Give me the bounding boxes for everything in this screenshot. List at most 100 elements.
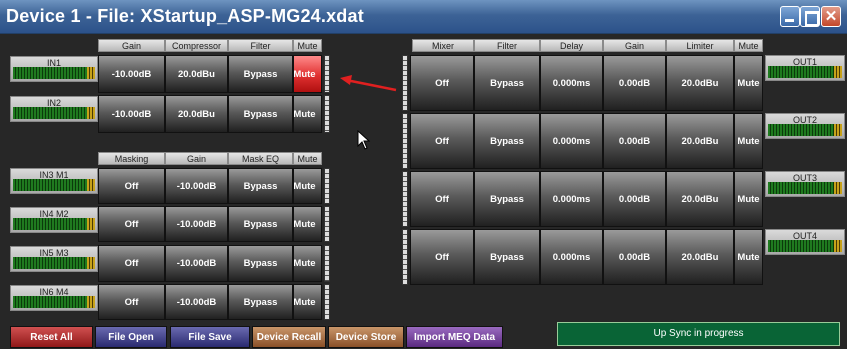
in1-compressor-button[interactable]: 20.0dBu	[165, 55, 228, 93]
out3-mixer-button[interactable]: Off	[410, 171, 474, 227]
channel-label-in5-m3[interactable]: IN5 M3	[10, 246, 98, 272]
import-meq-data-button[interactable]: Import MEQ Data	[406, 326, 503, 348]
channel-label-in3-m1[interactable]: IN3 M1	[10, 168, 98, 194]
out3-filter-button[interactable]: Bypass	[474, 171, 540, 227]
in5-masking-button[interactable]: Off	[98, 245, 165, 282]
reset-all-button[interactable]: Reset All	[10, 326, 93, 348]
out1-mute-button[interactable]: Mute	[734, 55, 763, 111]
in1-filter-button[interactable]: Bypass	[228, 55, 293, 93]
in5-mask-eq-button[interactable]: Bypass	[228, 245, 293, 282]
in2-level-ladder	[324, 95, 330, 133]
in2-compressor-button[interactable]: 20.0dBu	[165, 95, 228, 133]
out1-delay-button[interactable]: 0.000ms	[540, 55, 603, 111]
channel-label-in2[interactable]: IN2	[10, 96, 98, 122]
device-store-button[interactable]: Device Store	[328, 326, 404, 348]
in4-masking-button[interactable]: Off	[98, 206, 165, 242]
level-meter	[768, 240, 842, 252]
out1-mixer-button[interactable]: Off	[410, 55, 474, 111]
out4-delay-button[interactable]: 0.000ms	[540, 229, 603, 285]
out2-mixer-button[interactable]: Off	[410, 113, 474, 169]
header-mute: Mute	[293, 39, 322, 52]
sync-status-bar: Up Sync in progress	[557, 322, 840, 346]
in2-gain-button[interactable]: -10.00dB	[98, 95, 165, 133]
out2-delay-button[interactable]: 0.000ms	[540, 113, 603, 169]
out4-mute-button[interactable]: Mute	[734, 229, 763, 285]
out1-filter-button[interactable]: Bypass	[474, 55, 540, 111]
out3-delay-button[interactable]: 0.000ms	[540, 171, 603, 227]
out3-mute-button[interactable]: Mute	[734, 171, 763, 227]
device-recall-button[interactable]: Device Recall	[252, 326, 326, 348]
header-limiter: Limiter	[666, 39, 734, 52]
level-meter	[768, 124, 842, 136]
annotation-arrow-icon	[340, 75, 397, 92]
app-window: Device 1 - File: XStartup_ASP-MG24.xdat …	[0, 0, 847, 349]
in5-level-ladder	[324, 245, 330, 282]
header-compressor: Compressor	[165, 39, 228, 52]
in1-gain-button[interactable]: -10.00dB	[98, 55, 165, 93]
out2-filter-button[interactable]: Bypass	[474, 113, 540, 169]
channel-label-in6-m4[interactable]: IN6 M4	[10, 285, 98, 311]
out2-limiter-button[interactable]: 20.0dBu	[666, 113, 734, 169]
in3-mask-eq-button[interactable]: Bypass	[228, 168, 293, 204]
in6-gain-button[interactable]: -10.00dB	[165, 284, 228, 320]
out4-level-ladder	[402, 229, 408, 285]
channel-label-out2[interactable]: OUT2	[765, 113, 845, 139]
level-meter	[13, 107, 95, 119]
header-gain: Gain	[98, 39, 165, 52]
in4-gain-button[interactable]: -10.00dB	[165, 206, 228, 242]
level-meter	[768, 182, 842, 194]
out2-mute-button[interactable]: Mute	[734, 113, 763, 169]
out1-gain-button[interactable]: 0.00dB	[603, 55, 666, 111]
window-title: Device 1 - File: XStartup_ASP-MG24.xdat	[6, 6, 364, 26]
minimize-icon[interactable]	[780, 6, 800, 27]
level-meter	[13, 218, 95, 230]
out4-filter-button[interactable]: Bypass	[474, 229, 540, 285]
out2-gain-button[interactable]: 0.00dB	[603, 113, 666, 169]
channel-label-out4[interactable]: OUT4	[765, 229, 845, 255]
level-meter	[13, 257, 95, 269]
out3-level-ladder	[402, 171, 408, 227]
in4-mute-button[interactable]: Mute	[293, 206, 322, 242]
channel-label-in1[interactable]: IN1	[10, 56, 98, 82]
out3-gain-button[interactable]: 0.00dB	[603, 171, 666, 227]
level-meter	[13, 67, 95, 79]
out1-limiter-button[interactable]: 20.0dBu	[666, 55, 734, 111]
in2-mute-button[interactable]: Mute	[293, 95, 322, 133]
in1-level-ladder	[324, 55, 330, 93]
header-out-gain: Gain	[603, 39, 666, 52]
out4-mixer-button[interactable]: Off	[410, 229, 474, 285]
in3-gain-button[interactable]: -10.00dB	[165, 168, 228, 204]
title-bar[interactable]: Device 1 - File: XStartup_ASP-MG24.xdat …	[0, 0, 847, 34]
out4-gain-button[interactable]: 0.00dB	[603, 229, 666, 285]
in6-mute-button[interactable]: Mute	[293, 284, 322, 320]
in5-gain-button[interactable]: -10.00dB	[165, 245, 228, 282]
in3-mute-button[interactable]: Mute	[293, 168, 322, 204]
header-mask-gain: Gain	[165, 152, 228, 165]
channel-label-in4-m2[interactable]: IN4 M2	[10, 207, 98, 233]
file-open-button[interactable]: File Open	[95, 326, 167, 348]
in4-level-ladder	[324, 206, 330, 242]
in5-mute-button[interactable]: Mute	[293, 245, 322, 282]
in6-mask-eq-button[interactable]: Bypass	[228, 284, 293, 320]
mouse-cursor-icon	[357, 130, 371, 150]
file-save-button[interactable]: File Save	[170, 326, 250, 348]
level-meter	[13, 296, 95, 308]
in6-masking-button[interactable]: Off	[98, 284, 165, 320]
header-out-filter: Filter	[474, 39, 540, 52]
level-meter	[13, 179, 95, 191]
channel-label-out1[interactable]: OUT1	[765, 55, 845, 81]
in1-mute-button[interactable]: Mute	[293, 55, 322, 93]
header-delay: Delay	[540, 39, 603, 52]
out4-limiter-button[interactable]: 20.0dBu	[666, 229, 734, 285]
in3-masking-button[interactable]: Off	[98, 168, 165, 204]
header-mixer: Mixer	[412, 39, 474, 52]
maximize-icon[interactable]	[800, 6, 820, 27]
close-icon[interactable]: ✕	[821, 6, 841, 27]
in6-level-ladder	[324, 284, 330, 320]
channel-label-out3[interactable]: OUT3	[765, 171, 845, 197]
in2-filter-button[interactable]: Bypass	[228, 95, 293, 133]
header-mask-mute: Mute	[293, 152, 322, 165]
header-out-mute: Mute	[734, 39, 763, 52]
out3-limiter-button[interactable]: 20.0dBu	[666, 171, 734, 227]
in4-mask-eq-button[interactable]: Bypass	[228, 206, 293, 242]
